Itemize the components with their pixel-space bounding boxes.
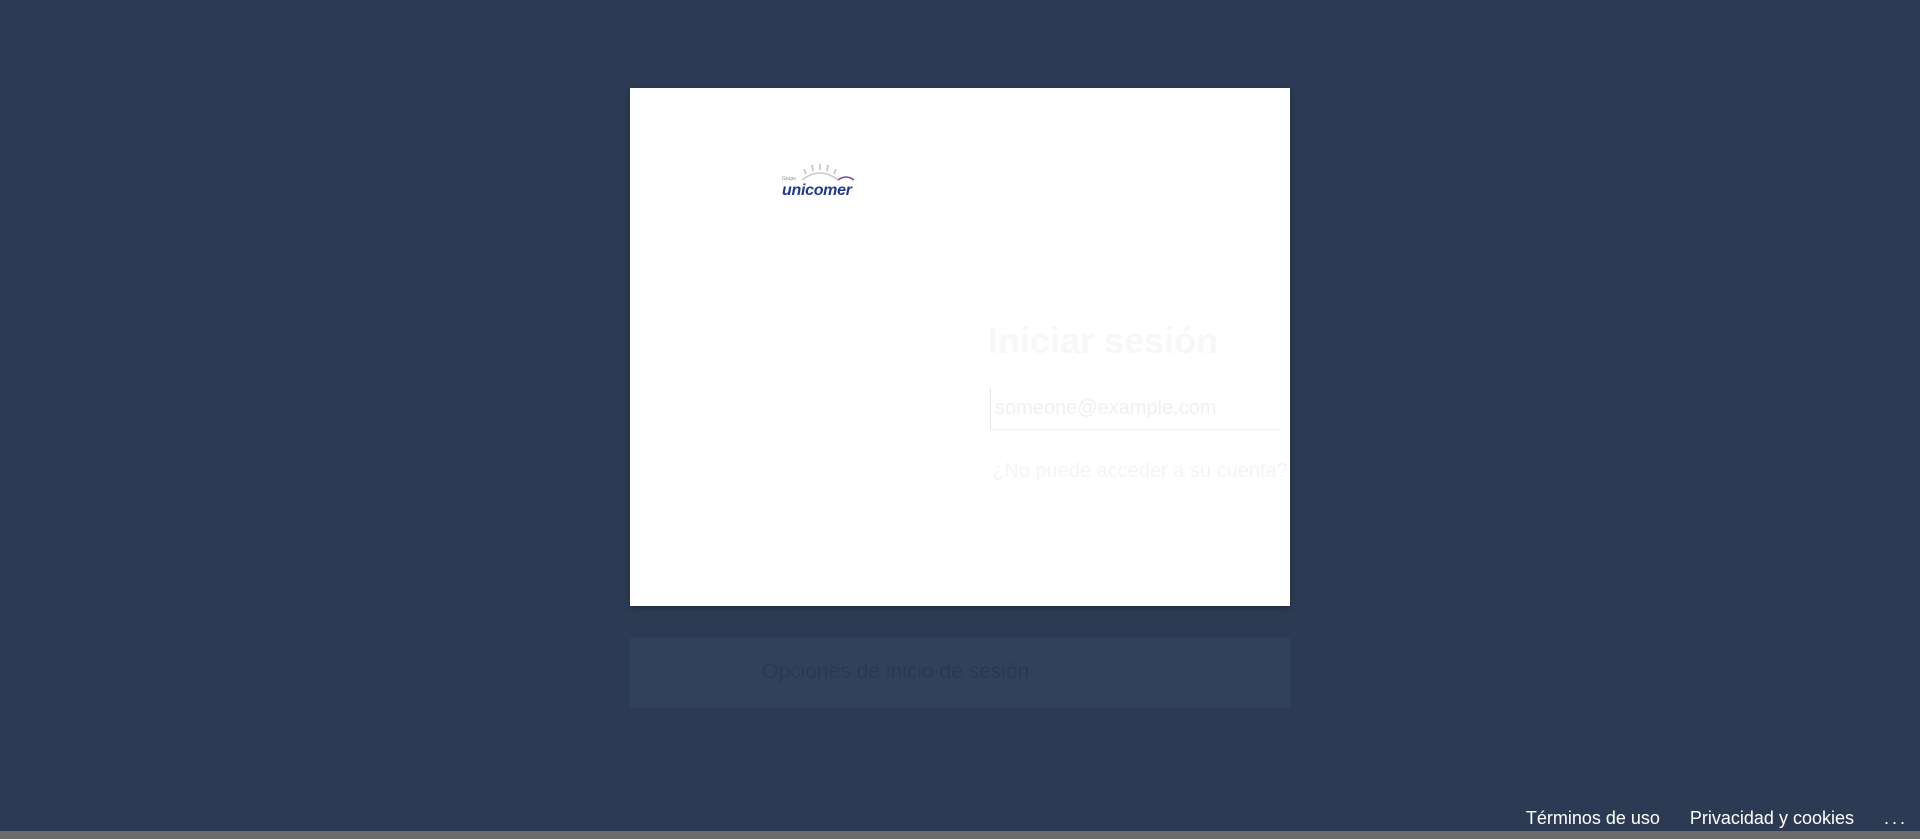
email-field[interactable]: [990, 388, 1280, 430]
signin-options-button[interactable]: Opciones de inicio de sesión: [630, 638, 1290, 708]
logo-text: unicomer: [782, 182, 852, 199]
login-card: Grupo unicomer Iniciar sesión ¿No puede …: [630, 88, 1290, 606]
more-options-button[interactable]: ...: [1884, 808, 1908, 829]
cant-access-account-link[interactable]: ¿No puede acceder a su cuenta?: [992, 460, 1288, 483]
privacy-cookies-link[interactable]: Privacidad y cookies: [1690, 808, 1854, 829]
terms-of-use-link[interactable]: Términos de uso: [1526, 808, 1660, 829]
signin-options-label: Opciones de inicio de sesión: [762, 660, 1030, 683]
page-title: Iniciar sesión: [988, 320, 1219, 361]
bottom-bar: [0, 831, 1920, 839]
footer: Términos de uso Privacidad y cookies ...: [1526, 807, 1920, 829]
unicomer-logo: Grupo unicomer: [780, 162, 866, 202]
page: Grupo unicomer Iniciar sesión ¿No puede …: [0, 0, 1920, 839]
